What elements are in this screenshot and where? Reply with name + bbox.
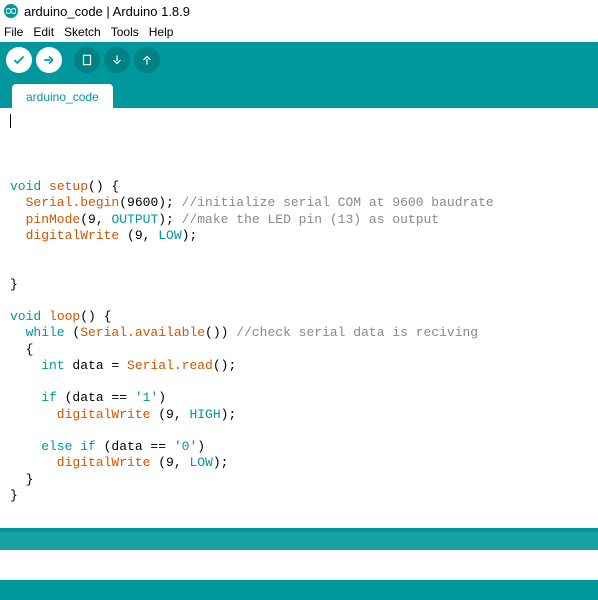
- toolbar: [0, 42, 598, 78]
- code-line: else if (data == '0'): [10, 439, 205, 454]
- title-bar: arduino_code | Arduino 1.8.9: [0, 0, 598, 22]
- console-tab-bar: [0, 532, 598, 550]
- tab-bar: arduino_code: [0, 78, 598, 108]
- code-line: }: [10, 472, 33, 487]
- code-line: }: [10, 488, 18, 503]
- new-button[interactable]: [74, 47, 100, 73]
- arduino-app-icon: [4, 4, 18, 18]
- console-output: [0, 550, 598, 580]
- menu-sketch[interactable]: Sketch: [64, 25, 101, 39]
- code-line: pinMode(9, OUTPUT); //make the LED pin (…: [10, 212, 439, 227]
- code-line: Serial.begin(9600); //initialize serial …: [10, 195, 494, 210]
- verify-button[interactable]: [6, 47, 32, 73]
- code-line: void setup() {: [10, 179, 119, 194]
- menu-tools[interactable]: Tools: [111, 25, 139, 39]
- code-line: [10, 423, 41, 438]
- save-button[interactable]: [134, 47, 160, 73]
- code-line: {: [10, 342, 33, 357]
- code-line: int data = Serial.read();: [10, 358, 236, 373]
- code-line: [10, 374, 41, 389]
- open-button[interactable]: [104, 47, 130, 73]
- code-line: }: [10, 277, 18, 292]
- menu-bar: File Edit Sketch Tools Help: [0, 22, 598, 42]
- menu-file[interactable]: File: [4, 25, 23, 39]
- tab-arduino-code[interactable]: arduino_code: [12, 84, 113, 109]
- code-line: while (Serial.available()) //check seria…: [10, 325, 478, 340]
- menu-edit[interactable]: Edit: [33, 25, 54, 39]
- code-editor[interactable]: void setup() { Serial.begin(9600); //ini…: [0, 108, 598, 528]
- code-line: digitalWrite (9, HIGH);: [10, 407, 236, 422]
- window-title: arduino_code | Arduino 1.8.9: [24, 4, 190, 19]
- text-cursor: [10, 114, 11, 128]
- code-line: digitalWrite (9, LOW);: [10, 228, 197, 243]
- code-line: if (data == '1'): [10, 390, 166, 405]
- upload-button[interactable]: [36, 47, 62, 73]
- menu-help[interactable]: Help: [149, 25, 174, 39]
- code-line: [10, 260, 26, 275]
- code-line: digitalWrite (9, LOW);: [10, 455, 228, 470]
- code-line: void loop() {: [10, 309, 111, 324]
- status-bar: [0, 580, 598, 600]
- code-line: [10, 244, 26, 259]
